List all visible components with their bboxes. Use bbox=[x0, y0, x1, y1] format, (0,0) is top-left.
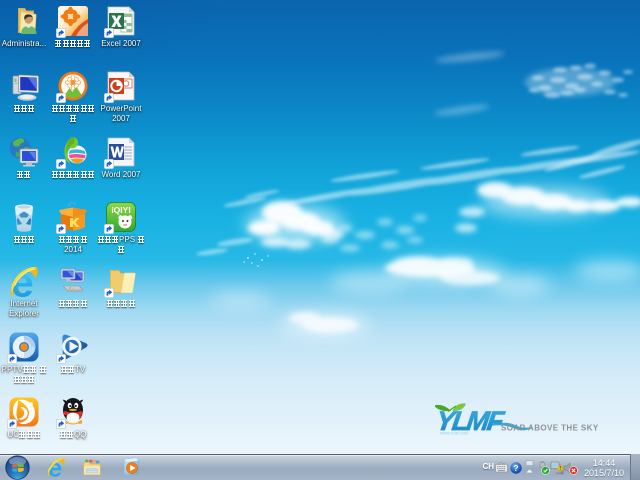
svg-text:SOAR ABOVE THE SKY: SOAR ABOVE THE SKY bbox=[501, 424, 599, 433]
svg-text:?: ? bbox=[513, 463, 518, 473]
svg-text:iQIYI: iQIYI bbox=[111, 205, 130, 215]
svg-text:WWW.YLMF.COM: WWW.YLMF.COM bbox=[440, 432, 468, 436]
